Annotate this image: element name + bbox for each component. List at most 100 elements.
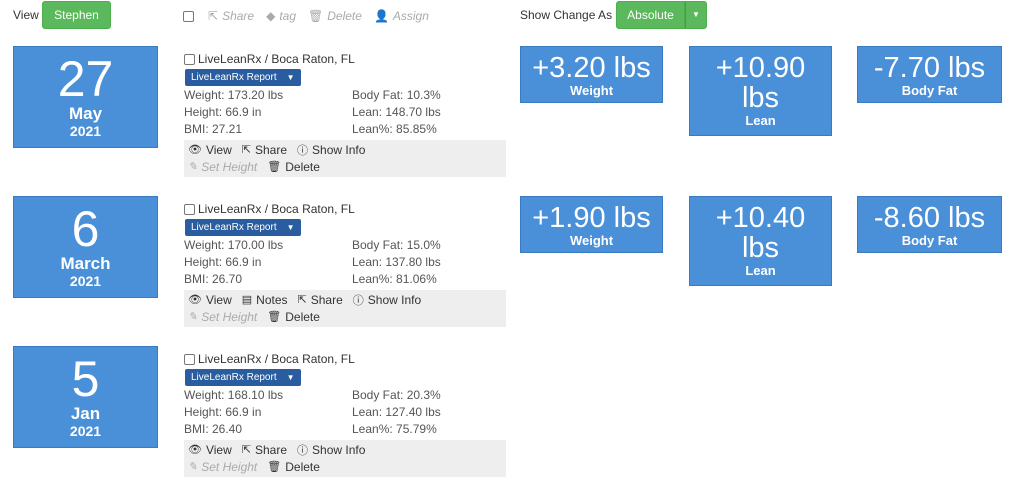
share-button[interactable]: ⇱ Share — [242, 143, 287, 157]
view-button[interactable]: 👁 View — [188, 293, 232, 307]
change-label: Weight — [569, 83, 614, 98]
entry-location: LiveLeanRx / Boca Raton, FL — [184, 201, 506, 217]
stat-bmi: BMI: 27.21 — [184, 122, 243, 136]
report-dropdown[interactable]: LiveLeanRx Report ▼ — [185, 219, 301, 236]
change-value: +10.40 lbs — [715, 202, 806, 264]
assign-bulk-button[interactable]: 👤 Assign — [374, 9, 429, 23]
bulk-toolbar: ⇱ Share ◆ tag 🗑 Delete 👤 Assign — [183, 9, 441, 23]
trash-icon: 🗑 — [267, 161, 282, 173]
share-icon: ⇱ — [208, 9, 219, 23]
date-tile: 6 March 2021 — [13, 196, 158, 298]
stat-height: Height: 66.9 in — [184, 255, 262, 269]
file-icon: ▤ — [241, 294, 253, 306]
set-height-button[interactable]: ✎ Set Height — [188, 310, 257, 324]
change-tile-bodyfat: -8.60 lbs Body Fat — [857, 196, 1002, 253]
info-icon: ⓘ — [297, 144, 309, 157]
entry-checkbox[interactable] — [184, 353, 195, 365]
entry-card: LiveLeanRx / Boca Raton, FL LiveLeanRx R… — [184, 351, 506, 477]
date-month: March — [60, 254, 111, 273]
delete-bulk-button[interactable]: 🗑 Delete — [308, 9, 362, 23]
share-button[interactable]: ⇱ Share — [242, 443, 287, 457]
tag-bulk-button[interactable]: ◆ tag — [266, 9, 296, 23]
change-tile-weight: +1.90 lbs Weight — [520, 196, 663, 253]
stat-bmi: BMI: 26.70 — [184, 272, 243, 286]
notes-button[interactable]: ▤ Notes — [242, 293, 288, 307]
info-icon: ⓘ — [352, 294, 364, 307]
change-tile-bodyfat: -7.70 lbs Body Fat — [857, 46, 1002, 103]
entry-card: LiveLeanRx / Boca Raton, FL LiveLeanRx R… — [184, 201, 506, 327]
share-icon: ⇱ — [297, 294, 307, 306]
change-value: +3.20 lbs — [532, 52, 651, 84]
stat-bmi: BMI: 26.40 — [184, 422, 243, 436]
caret-down-icon: ▼ — [286, 223, 295, 232]
entry-checkbox[interactable] — [184, 203, 195, 215]
view-user-button[interactable]: Stephen — [42, 1, 111, 29]
view-button[interactable]: 👁 View — [188, 443, 232, 457]
pencil-icon: ✎ — [188, 461, 198, 473]
share-button[interactable]: ⇱ Share — [298, 293, 343, 307]
stat-lean: Lean: 137.80 lbs — [352, 255, 441, 269]
change-tile-lean: +10.90 lbs Lean — [689, 46, 832, 136]
info-icon: ⓘ — [297, 444, 309, 457]
date-day: 5 — [71, 351, 100, 407]
stat-lean: Lean: 148.70 lbs — [352, 105, 441, 119]
entry-stats: Weight: 173.20 lbs Body Fat: 10.3% Heigh… — [184, 87, 506, 138]
entry-checkbox[interactable] — [184, 53, 195, 65]
stat-weight: Weight: 173.20 lbs — [184, 88, 284, 102]
show-info-button[interactable]: ⓘ Show Info — [297, 442, 365, 458]
date-tile: 27 May 2021 — [13, 46, 158, 148]
date-year: 2021 — [69, 423, 102, 439]
date-month: Jan — [70, 404, 101, 423]
share-bulk-button[interactable]: ⇱ Share — [208, 9, 254, 23]
report-dropdown[interactable]: LiveLeanRx Report ▼ — [185, 69, 301, 86]
stat-weight: Weight: 170.00 lbs — [184, 238, 284, 252]
trash-icon: 🗑 — [267, 461, 282, 473]
entry-actions: 👁 View ⇱ Share ⓘ Show Info ✎ Set Height 🗑 Del… — [184, 440, 506, 477]
entry-actions: 👁 View ⇱ Share ⓘ Show Info ✎ Set Height 🗑 Del… — [184, 140, 506, 177]
delete-button[interactable]: 🗑 Delete — [267, 160, 320, 174]
trash-icon: 🗑 — [267, 311, 282, 323]
stat-bodyfat: Body Fat: 20.3% — [352, 388, 441, 402]
report-dropdown[interactable]: LiveLeanRx Report ▼ — [185, 369, 301, 386]
date-day: 27 — [57, 51, 114, 107]
change-label: Weight — [569, 233, 614, 248]
chevron-down-icon[interactable]: ▼ — [685, 1, 707, 29]
change-label: Body Fat — [901, 233, 958, 248]
share-icon: ⇱ — [241, 144, 251, 156]
caret-down-icon: ▼ — [286, 73, 295, 82]
delete-button[interactable]: 🗑 Delete — [267, 460, 320, 474]
select-all-checkbox[interactable] — [183, 10, 194, 22]
show-change-dropdown[interactable]: Absolute ▼ — [616, 1, 707, 29]
stat-weight: Weight: 168.10 lbs — [184, 388, 284, 402]
show-info-button[interactable]: ⓘ Show Info — [353, 292, 421, 308]
share-icon: ⇱ — [241, 444, 251, 456]
change-value: -8.60 lbs — [873, 202, 986, 234]
stat-leanpct: Lean%: 75.79% — [352, 422, 437, 436]
change-value: +1.90 lbs — [532, 202, 651, 234]
delete-button[interactable]: 🗑 Delete — [267, 310, 320, 324]
stat-height: Height: 66.9 in — [184, 405, 262, 419]
change-tile-lean: +10.40 lbs Lean — [689, 196, 832, 286]
view-button[interactable]: 👁 View — [188, 143, 232, 157]
entry-card: LiveLeanRx / Boca Raton, FL LiveLeanRx R… — [184, 51, 506, 177]
change-value: -7.70 lbs — [873, 52, 986, 84]
change-label: Lean — [745, 263, 776, 278]
entry-location: LiveLeanRx / Boca Raton, FL — [184, 351, 506, 367]
stat-leanpct: Lean%: 81.06% — [352, 272, 437, 286]
pencil-icon: ✎ — [188, 161, 198, 173]
show-change-value[interactable]: Absolute — [616, 1, 685, 29]
change-label: Body Fat — [901, 83, 958, 98]
show-info-button[interactable]: ⓘ Show Info — [297, 142, 365, 158]
caret-down-icon: ▼ — [286, 373, 295, 382]
set-height-button[interactable]: ✎ Set Height — [188, 160, 257, 174]
date-month: May — [68, 104, 103, 123]
stat-lean: Lean: 127.40 lbs — [352, 405, 441, 419]
eye-icon: 👁 — [188, 444, 202, 456]
trash-icon: 🗑 — [308, 9, 324, 23]
change-value: +10.90 lbs — [715, 52, 806, 114]
set-height-button[interactable]: ✎ Set Height — [188, 460, 257, 474]
stat-leanpct: Lean%: 85.85% — [352, 122, 437, 136]
tag-icon: ◆ — [266, 9, 276, 23]
change-label: Lean — [745, 113, 776, 128]
stat-bodyfat: Body Fat: 15.0% — [352, 238, 441, 252]
